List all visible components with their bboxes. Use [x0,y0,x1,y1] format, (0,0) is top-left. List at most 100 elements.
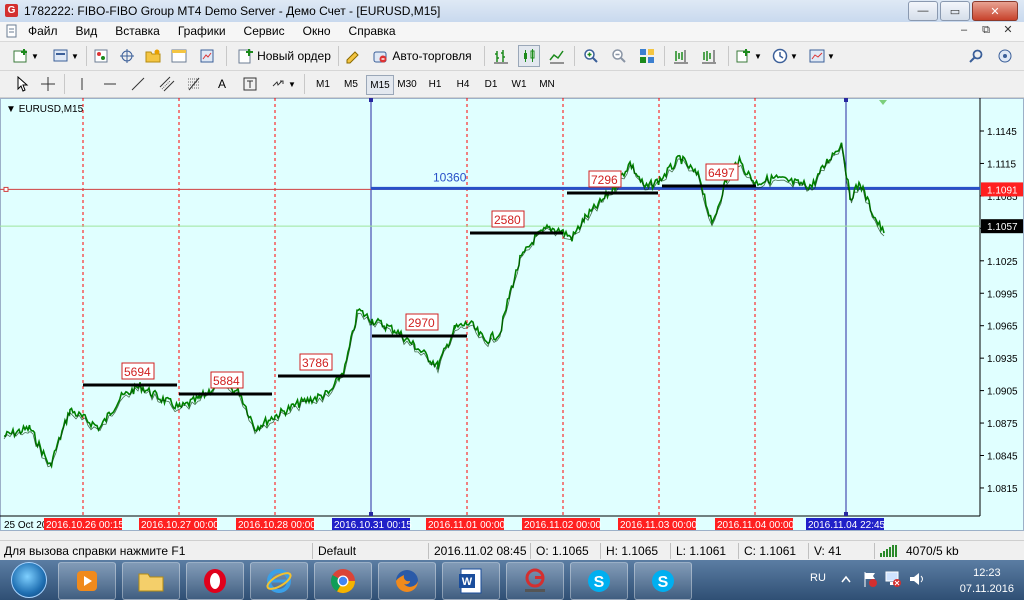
price-axis-label: 1.0845 [987,452,1018,463]
community-button[interactable] [994,45,1016,67]
menu-window[interactable]: Окно [303,24,340,38]
menu-insert[interactable]: Вставка [115,24,169,38]
menu-view[interactable]: Вид [76,24,107,38]
taskbar-media-player[interactable] [58,562,116,600]
taskbar-opera[interactable] [186,562,244,600]
candlestick-chart-button[interactable] [518,45,540,67]
tile-windows-button[interactable] [636,45,658,67]
price-axis-label: 1.0815 [987,484,1018,495]
price-axis-label: 1.0965 [987,322,1018,333]
search-button[interactable] [966,45,986,67]
taskbar-skype-1[interactable]: S [570,562,628,600]
arrows-tool[interactable]: ▼ [268,73,298,95]
taskbar-firefox[interactable] [378,562,436,600]
show-hidden-icons-icon[interactable] [840,574,852,584]
timeframe-h4[interactable]: H4 [450,75,476,93]
metaeditor-icon [346,51,359,64]
profiles-button[interactable]: ▼ [48,45,84,67]
timeframe-m15[interactable]: M15 [366,75,394,95]
flag-icon[interactable] [862,570,878,588]
mdi-restore-button[interactable]: ⧉ [978,23,994,38]
taskbar-skype-2[interactable]: S [634,562,692,600]
strategy-tester-button[interactable] [196,45,218,67]
trendline-tool[interactable] [128,73,148,95]
menu-file[interactable]: Файл [28,24,67,38]
crosshair-tool[interactable] [38,73,58,95]
metaeditor-button[interactable] [342,45,364,67]
app-icon: G [5,4,18,17]
document-icon [6,24,17,38]
clock[interactable]: 12:23 07.11.2016 [960,565,1014,597]
status-open: O: 1.1065 [536,544,589,558]
zoom-out-button[interactable] [608,45,630,67]
title-bar: G 1782222: FIBO-FIBO Group MT4 Demo Serv… [0,0,1024,23]
price-axis-label: 1.1145 [987,127,1017,138]
horizontal-line-tool[interactable] [100,73,120,95]
mdi-close-button[interactable]: ✕ [1000,23,1016,38]
periods-button[interactable]: ▼ [770,45,800,67]
separator-handle [844,98,848,102]
status-separator [312,543,313,559]
close-button[interactable]: ✕ [972,1,1018,21]
new-chart-button[interactable]: ▼ [8,45,44,67]
menu-charts[interactable]: Графики [178,24,235,38]
timeframe-mn[interactable]: MN [534,75,560,93]
text-label-tool[interactable] [240,73,260,95]
timeframe-m30[interactable]: M30 [394,75,420,93]
menu-help[interactable]: Справка [349,24,405,38]
line-chart-button[interactable] [546,45,568,67]
start-button[interactable] [3,561,55,599]
timeframe-m5[interactable]: M5 [338,75,364,93]
price-chart[interactable]: 10360 5694 5884 3786 2970 2580 7296 6497 1.1145 1… [0,98,1024,531]
status-traffic: 4070/5 kb [906,544,959,558]
data-window-button[interactable] [116,45,138,67]
minimize-button[interactable]: — [908,1,938,21]
maximize-button[interactable]: ▭ [940,1,970,21]
navigator-button[interactable] [142,45,164,67]
timeframe-m1[interactable]: M1 [310,75,336,93]
menu-bar: Файл Вид Вставка Графики Сервис Окно Спр… [0,22,1024,42]
fibo-retracement-tool[interactable] [184,73,206,95]
zoom-in-icon [584,49,598,63]
bar-chart-button[interactable] [490,45,512,67]
status-separator [738,543,739,559]
time-axis-label: 25 Oct 20 [4,520,48,531]
timeframe-d1[interactable]: D1 [478,75,504,93]
time-axis-marker-label: 2016.10.26 00:15 [46,520,124,531]
timeframe-h1[interactable]: H1 [422,75,448,93]
terminal-button[interactable] [168,45,190,67]
separator-handle [369,98,373,102]
taskbar-word[interactable]: W [442,562,500,600]
indicators-button[interactable]: ▼ [734,45,764,67]
vertical-line-icon [81,78,83,90]
separator-handle [844,512,848,516]
status-separator [530,543,531,559]
language-indicator[interactable]: RU [810,572,826,584]
vertical-line-tool[interactable] [72,73,92,95]
skype-icon: S [588,570,610,592]
autoscroll-button[interactable] [698,45,720,67]
network-icon[interactable] [884,570,902,588]
taskbar-chrome[interactable] [314,562,372,600]
cursor-tool[interactable] [12,73,32,95]
taskbar-explorer[interactable] [122,562,180,600]
taskbar-internet-explorer[interactable] [250,562,308,600]
auto-trading-button[interactable]: Авто-торговля [368,45,476,67]
zoom-in-button[interactable] [580,45,602,67]
menu-tools[interactable]: Сервис [244,24,294,38]
taskbar-fibo-terminal[interactable] [506,562,564,600]
new-order-button[interactable]: Новый ордер [234,45,334,67]
folder-icon [138,573,164,592]
market-watch-button[interactable] [90,45,112,67]
volume-icon[interactable] [908,570,926,588]
time-axis-marker-label: 2016.10.31 00:15 [334,520,412,531]
toolbar-separator [226,46,227,66]
chart-shift-button[interactable] [670,45,692,67]
zoom-out-icon [612,49,626,63]
mdi-minimize-button[interactable]: – [956,23,972,38]
time-axis-marker-label: 2016.11.01 00:00 [428,520,506,531]
equidistant-channel-tool[interactable] [156,73,178,95]
templates-button[interactable]: ▼ [806,45,838,67]
text-tool[interactable]: A [212,73,232,95]
timeframe-w1[interactable]: W1 [506,75,532,93]
